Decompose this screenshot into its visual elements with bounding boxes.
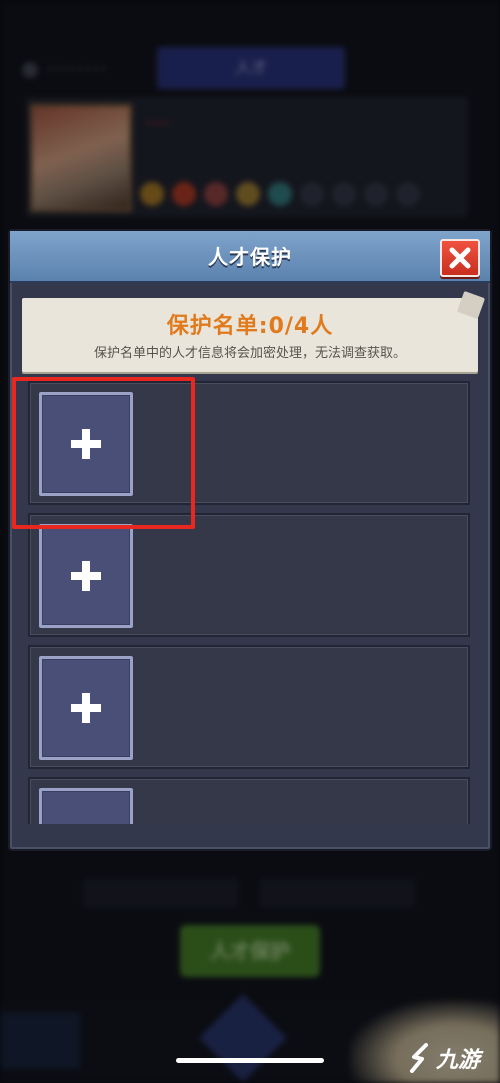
add-talent-button[interactable] [39,788,133,824]
close-button[interactable] [440,239,480,277]
watermark-logo: 九游 [408,1040,496,1076]
dialog-header: 人才保护 [10,231,490,283]
first-slot-highlight [12,377,195,529]
protection-banner: 保护名单:0/4人 保护名单中的人才信息将会加密处理，无法调查获取。 [22,298,478,372]
add-talent-button[interactable] [39,524,133,628]
talent-protection-dialog: 人才保护 保护名单:0/4人 保护名单中的人才信息将会加密处理，无法调查获取。 [8,229,492,851]
dialog-title: 人才保护 [208,245,292,269]
protection-slot [28,777,470,824]
protection-slot [28,513,470,637]
watermark-text: 九游 [436,1048,481,1073]
plus-icon [71,561,101,591]
protection-count-title: 保护名单:0/4人 [166,314,334,339]
close-x-icon [449,247,471,269]
protection-description: 保护名单中的人才信息将会加密处理，无法调查获取。 [93,346,406,361]
jiuyou-logo-icon [410,1043,428,1073]
plus-icon [71,693,101,723]
home-indicator[interactable] [176,1058,324,1063]
protection-slot [28,645,470,769]
add-talent-button[interactable] [39,656,133,760]
